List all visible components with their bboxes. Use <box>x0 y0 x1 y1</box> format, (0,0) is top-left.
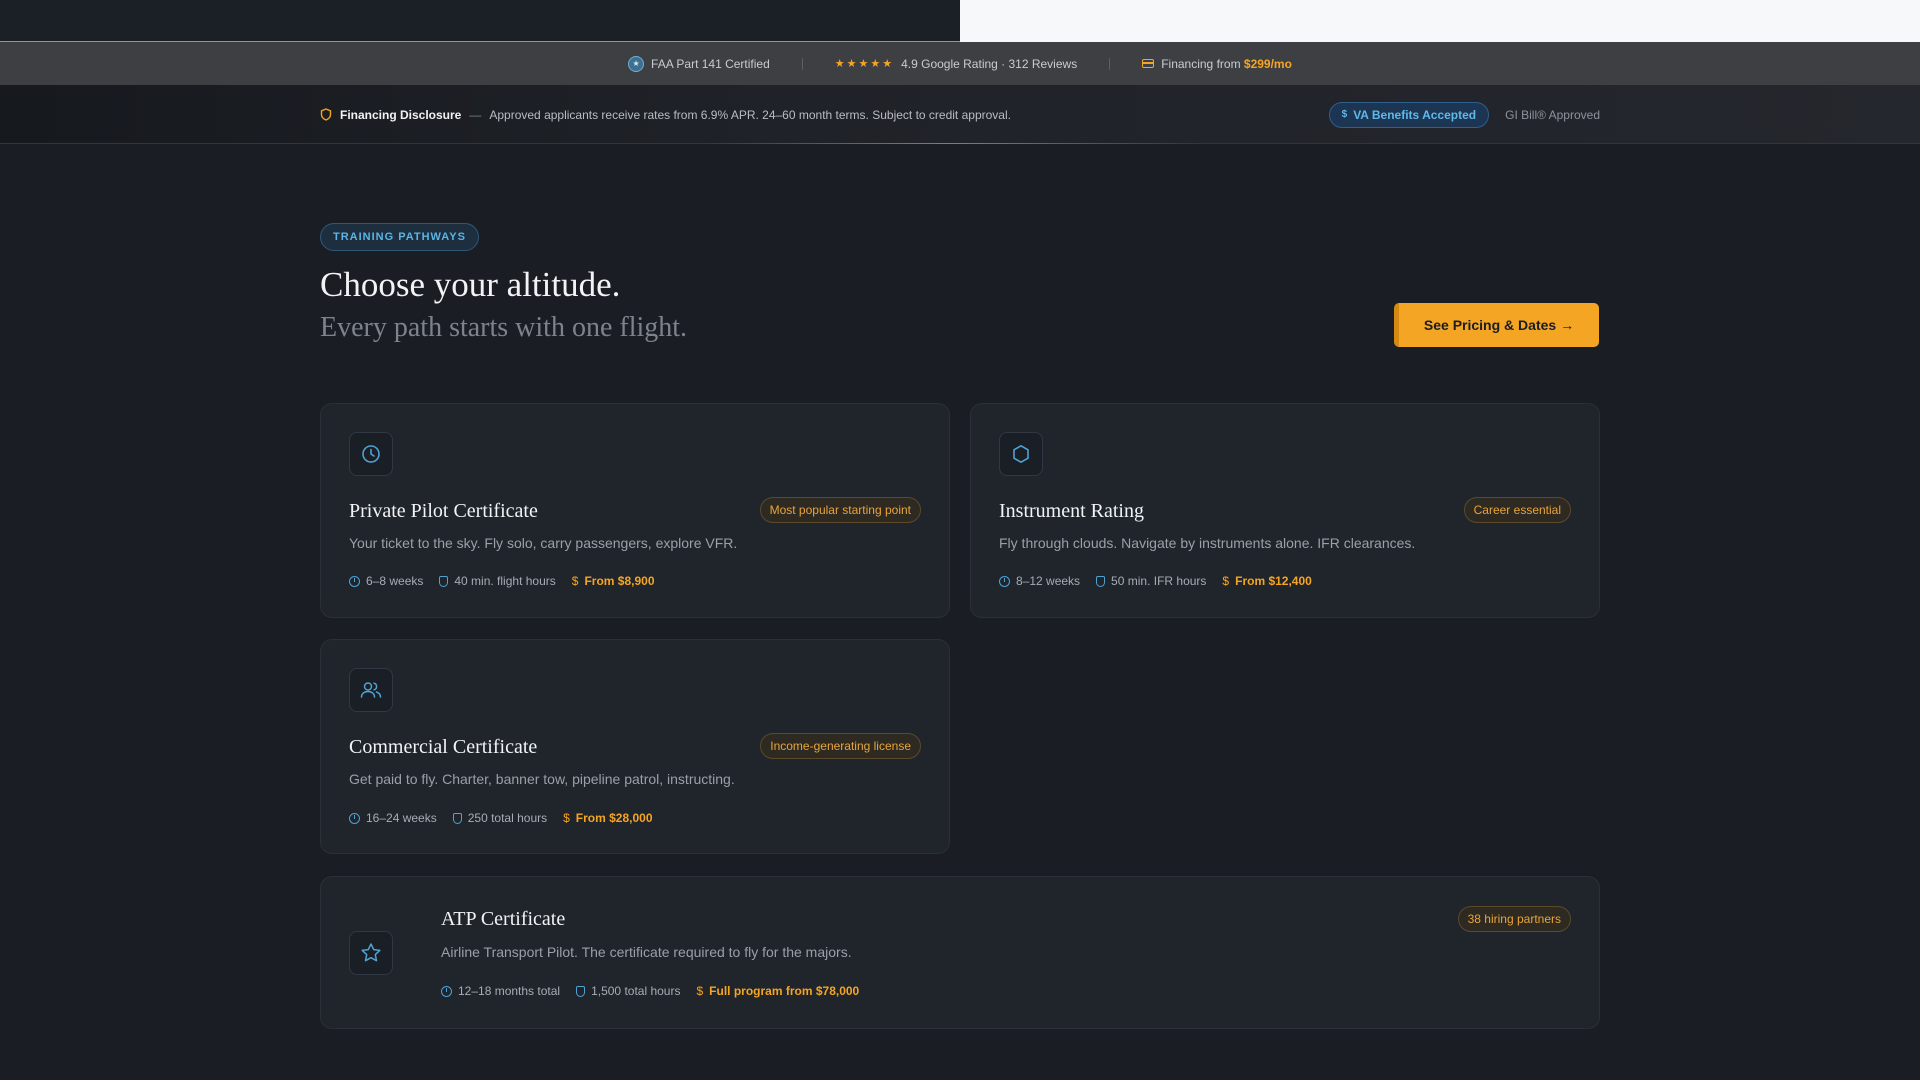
program-hours: 50 min. IFR hours <box>1111 574 1207 588</box>
dollar-icon: $ <box>696 984 704 998</box>
clock-icon <box>441 985 452 997</box>
top-strip <box>0 0 1920 42</box>
program-tag: Income-generating license <box>760 733 921 759</box>
benefits-badges: $ VA Benefits Accepted GI Bill® Approved <box>1328 85 1600 144</box>
financing-prefix: Financing from <box>1161 56 1244 71</box>
program-description: Get paid to fly. Charter, banner tow, pi… <box>349 771 735 787</box>
program-tag: Career essential <box>1463 497 1571 523</box>
program-meta: 16–24 weeks 250 total hours $ From $28,00… <box>349 811 669 825</box>
disclosure-title: Financing Disclosure <box>340 107 462 122</box>
shield-icon <box>576 985 586 997</box>
dollar-icon: $ <box>1222 574 1230 588</box>
program-title: Instrument Rating <box>999 500 1144 522</box>
top-strip-light <box>960 0 1920 42</box>
google-rating: ★★★★★ 4.9 Google Rating · 312 Reviews <box>835 57 1077 71</box>
clock-icon <box>349 432 393 476</box>
program-duration: 8–12 weeks <box>1016 574 1081 588</box>
program-title: ATP Certificate <box>441 908 566 930</box>
program-description: Airline Transport Pilot. The certificate… <box>441 944 852 960</box>
program-price: From $8,900 <box>584 574 655 588</box>
financing-offer[interactable]: Financing from $299/mo <box>1142 57 1292 71</box>
program-price: Full program from $78,000 <box>709 984 860 998</box>
program-duration: 6–8 weeks <box>366 574 424 588</box>
stars-icon: ★★★★★ <box>834 58 895 70</box>
program-price: From $12,400 <box>1235 574 1312 588</box>
page-title: Choose your altitude. <box>320 265 621 304</box>
program-tag: 38 hiring partners <box>1457 906 1571 932</box>
financing-disclosure-bar: Financing Disclosure — Approved applican… <box>0 85 1920 144</box>
dollar-icon: $ <box>563 811 570 825</box>
program-hours: 1,500 total hours <box>591 984 681 998</box>
dollar-icon: $ <box>1341 109 1348 120</box>
clock-icon <box>999 575 1010 587</box>
program-card-private-pilot[interactable]: Private Pilot Certificate Most popular s… <box>320 403 950 618</box>
program-description: Your ticket to the sky. Fly solo, carry … <box>349 535 738 551</box>
disclosure-content: Financing Disclosure — Approved applican… <box>320 85 1011 144</box>
credit-card-icon <box>1142 59 1155 68</box>
section-eyebrow: TRAINING PATHWAYS <box>320 223 479 251</box>
see-pricing-button[interactable]: See Pricing & Dates → <box>1394 303 1599 347</box>
va-benefits-label: VA Benefits Accepted <box>1353 107 1477 122</box>
program-card-instrument-rating[interactable]: Instrument Rating Career essential Fly t… <box>970 403 1600 618</box>
shield-icon <box>1096 575 1106 587</box>
program-duration: 16–24 weeks <box>366 811 437 825</box>
va-benefits-badge[interactable]: $ VA Benefits Accepted <box>1328 101 1490 128</box>
disclosure-dash: — <box>469 107 482 122</box>
faa-badge-icon: ★ <box>628 55 645 72</box>
program-meta: 12–18 months total 1,500 total hours $ Fu… <box>441 984 875 998</box>
trust-bar: ★ FAA Part 141 Certified ★★★★★ 4.9 Googl… <box>0 42 1920 85</box>
star-icon <box>349 931 393 975</box>
gi-bill-label: GI Bill® Approved <box>1505 107 1600 122</box>
program-price: From $28,000 <box>575 811 653 825</box>
financing-amount: $299/mo <box>1243 56 1292 71</box>
hexagon-icon <box>999 432 1043 476</box>
program-tag: Most popular starting point <box>759 497 921 523</box>
faa-certification: ★ FAA Part 141 Certified <box>628 55 770 72</box>
program-title: Commercial Certificate <box>349 736 538 758</box>
disclosure-text: Approved applicants receive rates from 6… <box>489 107 1011 122</box>
clock-icon <box>349 812 360 824</box>
rating-text: 4.9 Google Rating · 312 Reviews <box>901 56 1078 71</box>
shield-icon <box>439 575 449 587</box>
program-title: Private Pilot Certificate <box>349 500 538 522</box>
shield-icon <box>320 108 332 121</box>
faa-text: FAA Part 141 Certified <box>651 56 770 71</box>
program-card-commercial[interactable]: Commercial Certificate Income-generating… <box>320 639 950 854</box>
users-icon <box>349 668 393 712</box>
divider <box>1109 57 1111 70</box>
program-description: Fly through clouds. Navigate by instrume… <box>999 535 1416 551</box>
program-hours: 40 min. flight hours <box>454 574 556 588</box>
program-card-atp[interactable]: ATP Certificate 38 hiring partners Airli… <box>320 876 1600 1029</box>
program-meta: 6–8 weeks 40 min. flight hours $ From $8,… <box>349 574 671 588</box>
page-subtitle: Every path starts with one flight. <box>320 312 688 343</box>
program-duration: 12–18 months total <box>458 984 561 998</box>
top-strip-dark <box>0 0 960 42</box>
program-meta: 8–12 weeks 50 min. IFR hours $ From $12,4… <box>999 574 1328 588</box>
program-hours: 250 total hours <box>467 811 548 825</box>
clock-icon <box>349 575 360 587</box>
dollar-icon: $ <box>571 574 579 588</box>
divider <box>801 57 803 70</box>
shield-icon <box>452 812 462 824</box>
